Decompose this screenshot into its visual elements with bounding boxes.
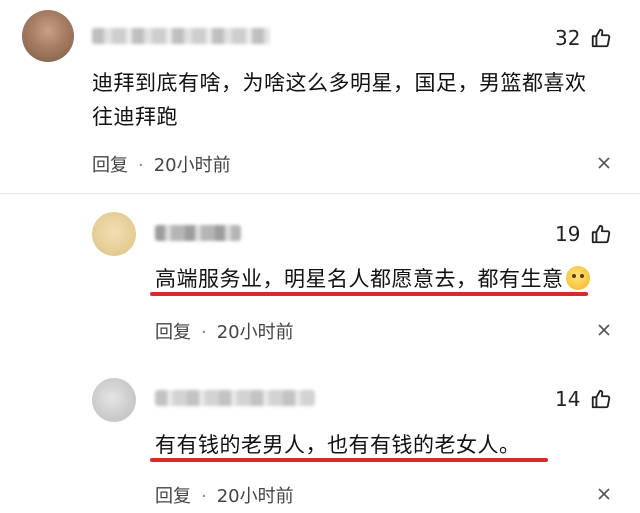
- reply-button[interactable]: 回复: [92, 155, 128, 176]
- separator-dot: ·: [201, 322, 207, 343]
- like-count: 32: [555, 26, 581, 50]
- separator-dot: ·: [201, 486, 207, 507]
- separator-dot: ·: [138, 155, 144, 176]
- thumbs-up-icon[interactable]: [590, 223, 612, 245]
- avatar[interactable]: [92, 378, 136, 422]
- close-icon[interactable]: [598, 157, 610, 169]
- comment-text-continued: 往迪拜跑: [92, 105, 178, 129]
- close-icon[interactable]: [598, 488, 610, 500]
- thumbs-up-icon[interactable]: [590, 27, 612, 49]
- comment-text: 有有钱的老男人，也有有钱的老女人。: [155, 433, 521, 457]
- username-blurred[interactable]: [155, 225, 241, 241]
- reply-button[interactable]: 回复: [155, 322, 191, 343]
- divider: [0, 193, 640, 194]
- timestamp: 20小时前: [216, 322, 294, 343]
- highlight-underline: [150, 292, 588, 296]
- like-count: 14: [555, 387, 581, 411]
- timestamp: 20小时前: [216, 486, 294, 507]
- comment-text: 迪拜到底有啥，为啥这么多明星，国足，男篮都喜欢: [92, 71, 587, 95]
- comment-meta: 回复 · 20小时前: [155, 318, 294, 344]
- comment-text: 高端服务业，明星名人都愿意去，都有生意: [155, 267, 564, 291]
- avatar[interactable]: [92, 212, 136, 256]
- comment-meta: 回复 · 20小时前: [155, 482, 294, 508]
- timestamp: 20小时前: [153, 155, 231, 176]
- comment-text-line: 高端服务业，明星名人都愿意去，都有生意: [155, 262, 590, 296]
- username-blurred[interactable]: [155, 390, 315, 406]
- like-count: 19: [555, 222, 581, 246]
- close-icon[interactable]: [598, 324, 610, 336]
- highlight-underline: [150, 458, 548, 462]
- thumbs-up-icon[interactable]: [590, 388, 612, 410]
- avatar[interactable]: [22, 10, 74, 62]
- username-blurred[interactable]: [92, 28, 270, 44]
- thinking-face-emoji: [565, 266, 590, 290]
- reply-button[interactable]: 回复: [155, 486, 191, 507]
- comment-meta: 回复 · 20小时前: [92, 151, 231, 177]
